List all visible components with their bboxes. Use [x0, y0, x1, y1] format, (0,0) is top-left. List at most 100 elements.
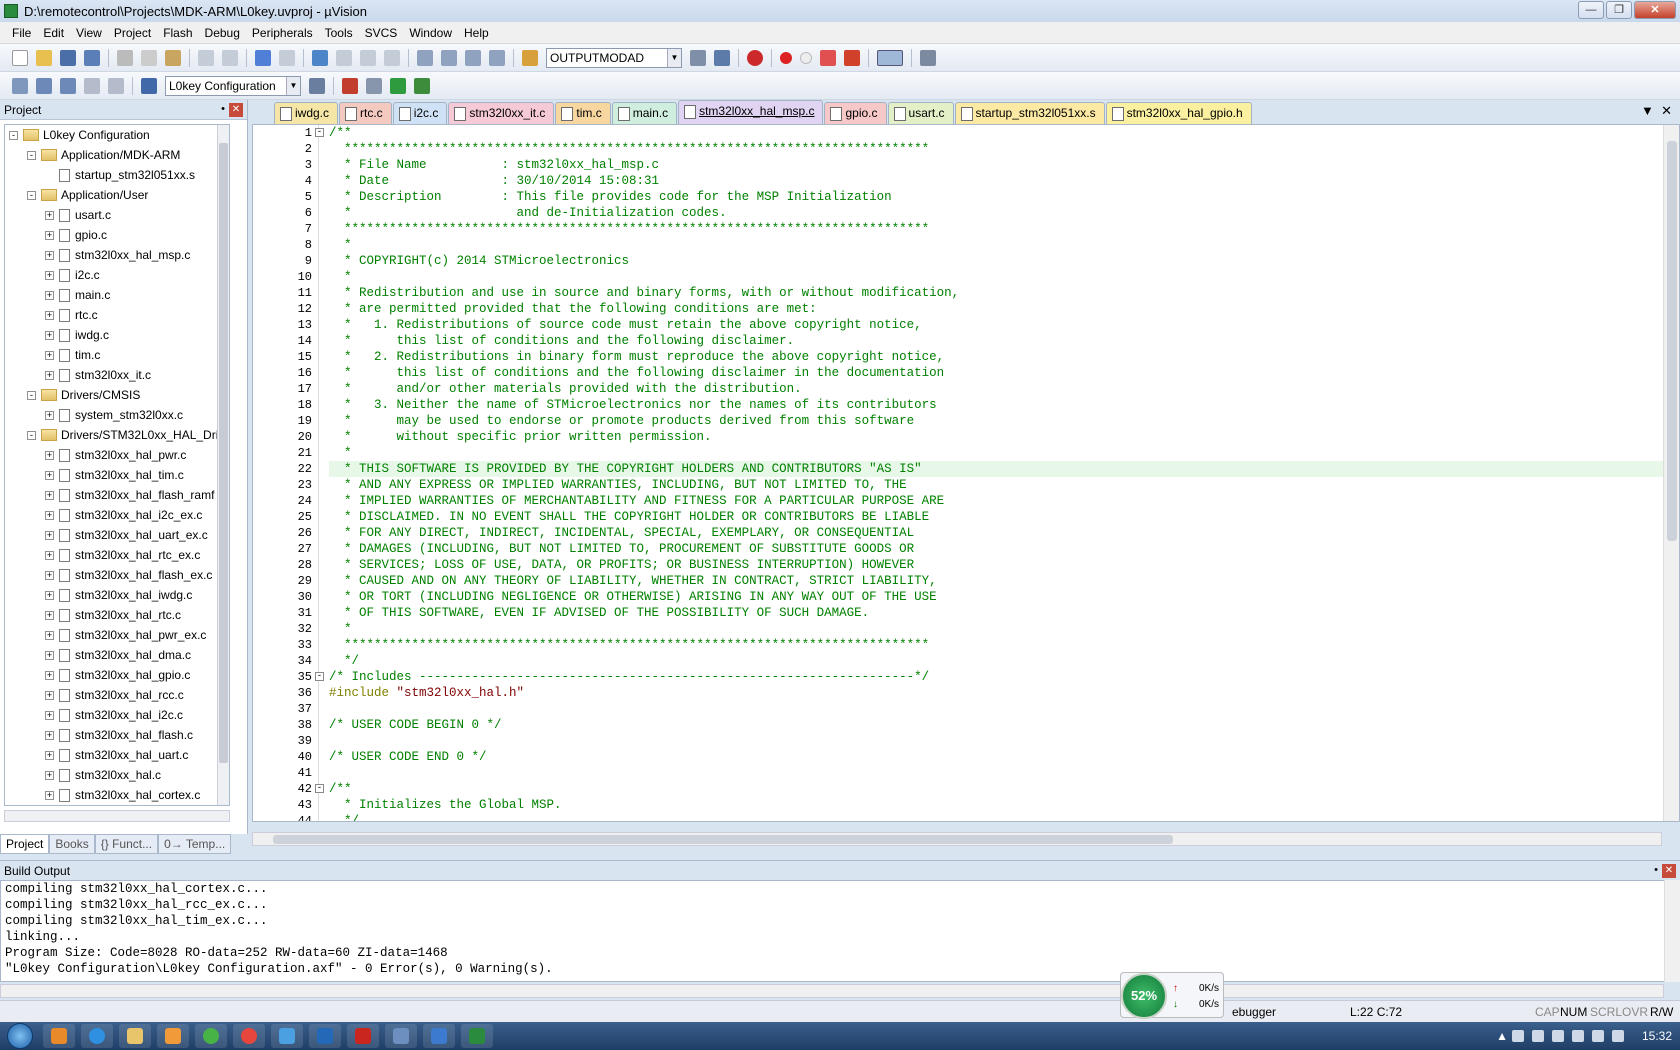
fold-icon[interactable]: -	[315, 672, 324, 681]
navigate-forward-icon[interactable]	[279, 49, 295, 66]
tree-item[interactable]: - Application/User	[5, 185, 229, 205]
menu-file[interactable]: File	[6, 26, 37, 40]
load-download-icon[interactable]	[141, 77, 157, 94]
expand-icon[interactable]: +	[45, 530, 54, 540]
tree-horizontal-scrollbar[interactable]	[4, 810, 230, 822]
tray-icon-1[interactable]	[1511, 1030, 1524, 1042]
prev-bookmark-icon[interactable]	[336, 49, 352, 66]
tree-item[interactable]: + stm32l0xx_hal_i2c.c	[5, 705, 229, 725]
pin-icon[interactable]: •	[1654, 864, 1658, 876]
code-line[interactable]: ****************************************…	[329, 221, 1669, 237]
breakpoint-icon[interactable]	[780, 51, 792, 64]
find-combo[interactable]: OUTPUTMODAD ▼	[546, 47, 682, 68]
code-line[interactable]: ****************************************…	[329, 637, 1669, 653]
undo-icon[interactable]	[198, 49, 214, 66]
tree-item[interactable]: - Drivers/STM32L0xx_HAL_Dri	[5, 425, 229, 445]
cut-icon[interactable]	[117, 49, 133, 66]
code-line[interactable]: /* USER CODE END 0 */	[329, 749, 1669, 765]
tab-functions[interactable]: {} Funct...	[94, 834, 159, 854]
taskbar-app-11[interactable]	[423, 1024, 455, 1048]
save-icon[interactable]	[60, 49, 76, 66]
tree-scrollbar[interactable]	[217, 125, 229, 805]
taskbar-app-5[interactable]	[195, 1024, 227, 1048]
editor-tab[interactable]: usart.c	[887, 102, 954, 124]
manage-project-items-icon[interactable]	[342, 77, 358, 94]
code-line[interactable]: * without specific prior written permiss…	[329, 429, 1669, 445]
tree-item[interactable]: + stm32l0xx_hal_flash.c	[5, 725, 229, 745]
code-line[interactable]: * 1. Redistributions of source code must…	[329, 317, 1669, 333]
fold-icon[interactable]: -	[315, 784, 324, 793]
minimize-button[interactable]: —	[1578, 1, 1604, 19]
bookmark-icon[interactable]	[312, 49, 328, 66]
code-line[interactable]: * FOR ANY DIRECT, INDIRECT, INCIDENTAL, …	[329, 525, 1669, 541]
code-line[interactable]: * this list of conditions and the follow…	[329, 365, 1669, 381]
tree-item[interactable]: + main.c	[5, 285, 229, 305]
tree-item[interactable]: + stm32l0xx_hal_cortex.c	[5, 785, 229, 805]
code-line[interactable]: /* USER CODE BEGIN 0 */	[329, 717, 1669, 733]
expand-icon[interactable]: +	[45, 750, 54, 760]
expand-icon[interactable]: +	[45, 450, 54, 460]
code-line[interactable]: */	[329, 653, 1669, 669]
code-line[interactable]: * are permitted provided that the follow…	[329, 301, 1669, 317]
code-area[interactable]: /** - ***********************************…	[315, 125, 1669, 821]
expand-icon[interactable]: +	[45, 470, 54, 480]
clock[interactable]: 15:32	[1642, 1029, 1672, 1043]
expand-icon[interactable]: +	[45, 670, 54, 680]
collapse-icon[interactable]: -	[27, 150, 36, 160]
tab-templates[interactable]: 0→ Temp...	[158, 834, 232, 854]
comment-icon[interactable]	[465, 49, 481, 66]
expand-icon[interactable]: +	[45, 790, 54, 800]
expand-icon[interactable]: +	[45, 250, 54, 260]
menu-svcs[interactable]: SVCS	[359, 26, 404, 40]
tree-item[interactable]: + stm32l0xx_hal_gpio.c	[5, 665, 229, 685]
code-line[interactable]: /** -	[315, 781, 1669, 797]
open-file-icon[interactable]	[36, 49, 52, 66]
editor-tab[interactable]: stm32l0xx_hal_gpio.h	[1105, 102, 1252, 124]
debug-session-icon[interactable]	[747, 49, 763, 66]
expand-icon[interactable]: +	[45, 210, 54, 220]
pack-installer-icon[interactable]	[414, 77, 430, 94]
code-line[interactable]: * DISCLAIMED. IN NO EVENT SHALL THE COPY…	[329, 509, 1669, 525]
chevron-down-icon[interactable]: ▼	[286, 76, 300, 95]
target-select[interactable]: L0key Configuration ▼	[165, 75, 301, 96]
taskbar-pdf[interactable]	[347, 1024, 379, 1048]
tree-item[interactable]: + stm32l0xx_hal_rtc_ex.c	[5, 545, 229, 565]
copy-icon[interactable]	[141, 49, 157, 66]
next-bookmark-icon[interactable]	[360, 49, 376, 66]
code-line[interactable]: * Description : This file provides code …	[329, 189, 1669, 205]
expand-icon[interactable]: +	[45, 290, 54, 300]
tab-books[interactable]: Books	[49, 834, 95, 854]
code-line[interactable]: * and/or other materials provided with t…	[329, 381, 1669, 397]
build-output-window[interactable]: compiling stm32l0xx_hal_cortex.c... compi…	[0, 880, 1680, 982]
build-horizontal-scrollbar[interactable]	[0, 984, 1664, 998]
disable-all-breakpoints-icon[interactable]	[820, 49, 836, 66]
code-line[interactable]: /* Includes ----------------------------…	[315, 669, 1669, 685]
close-button[interactable]: ✕	[1634, 1, 1676, 19]
tree-item[interactable]: + usart.c	[5, 205, 229, 225]
editor-tab[interactable]: stm32l0xx_it.c	[448, 102, 555, 124]
code-line[interactable]: * SERVICES; LOSS OF USE, DATA, OR PROFIT…	[329, 557, 1669, 573]
code-line[interactable]: * OR TORT (INCLUDING NEGLIGENCE OR OTHER…	[329, 589, 1669, 605]
code-line[interactable]: *	[329, 621, 1669, 637]
taskbar-media[interactable]	[157, 1024, 189, 1048]
build-icon[interactable]	[36, 77, 52, 94]
editor-tab[interactable]: stm32l0xx_hal_msp.c	[678, 100, 824, 124]
paste-icon[interactable]	[165, 49, 181, 66]
code-line[interactable]: * and de-Initialization codes.	[329, 205, 1669, 221]
code-line[interactable]: * File Name : stm32l0xx_hal_msp.c	[329, 157, 1669, 173]
tree-item[interactable]: + stm32l0xx_hal_pwr_ex.c	[5, 625, 229, 645]
maximize-button[interactable]: ❐	[1606, 1, 1632, 19]
window-layout-icon[interactable]	[877, 49, 903, 66]
menu-edit[interactable]: Edit	[37, 26, 70, 40]
code-line[interactable]: ****************************************…	[329, 141, 1669, 157]
expand-icon[interactable]: +	[45, 490, 54, 500]
tree-item[interactable]: - Application/MDK-ARM	[5, 145, 229, 165]
tree-item[interactable]: + stm32l0xx_hal_flash_ex.c	[5, 565, 229, 585]
tree-item[interactable]: + stm32l0xx_hal_tim.c	[5, 465, 229, 485]
find-icon[interactable]	[690, 49, 706, 66]
tree-item[interactable]: + rtc.c	[5, 305, 229, 325]
code-line[interactable]: * CAUSED AND ON ANY THEORY OF LIABILITY,…	[329, 573, 1669, 589]
code-line[interactable]: * may be used to endorse or promote prod…	[329, 413, 1669, 429]
taskbar-app-10[interactable]	[385, 1024, 417, 1048]
tree-item[interactable]: + stm32l0xx_hal_uart.c	[5, 745, 229, 765]
